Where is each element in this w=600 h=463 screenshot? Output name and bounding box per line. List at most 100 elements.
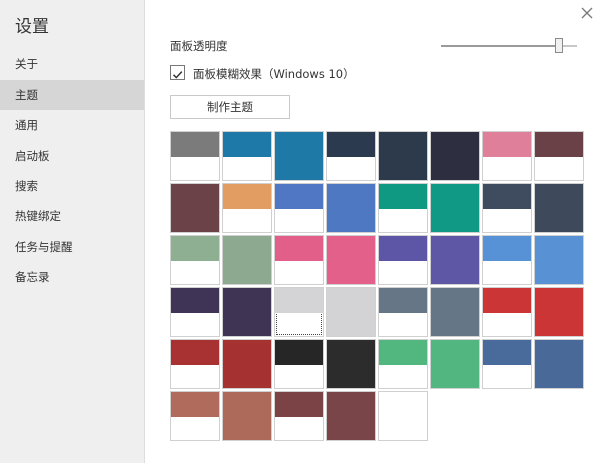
theme-swatch-color — [275, 184, 323, 209]
theme-swatch[interactable] — [222, 339, 272, 389]
theme-swatch-color — [327, 340, 375, 388]
theme-swatch[interactable] — [222, 235, 272, 285]
theme-swatch[interactable] — [378, 339, 428, 389]
theme-swatch[interactable] — [534, 235, 584, 285]
theme-swatch-color — [171, 340, 219, 365]
theme-swatch[interactable] — [170, 235, 220, 285]
theme-swatch-color — [275, 132, 323, 180]
theme-swatch[interactable] — [378, 235, 428, 285]
theme-swatch-color — [431, 184, 479, 232]
theme-swatch[interactable] — [326, 131, 376, 181]
panel-opacity-slider-fill — [441, 45, 559, 47]
theme-swatch-color — [483, 340, 531, 365]
theme-swatch[interactable] — [326, 235, 376, 285]
theme-swatch[interactable] — [534, 287, 584, 337]
theme-swatch-color — [223, 184, 271, 209]
theme-swatch[interactable] — [170, 183, 220, 233]
theme-swatch[interactable] — [222, 391, 272, 441]
theme-swatch[interactable] — [482, 131, 532, 181]
theme-swatch-color — [171, 392, 219, 417]
sidebar-item-launchpad[interactable]: 启动板 — [0, 141, 144, 171]
theme-swatch-color — [535, 184, 583, 232]
sidebar-item-tasks-reminders[interactable]: 任务与提醒 — [0, 232, 144, 262]
theme-swatch[interactable] — [222, 131, 272, 181]
theme-swatch[interactable] — [430, 235, 480, 285]
theme-swatch[interactable] — [378, 391, 428, 441]
theme-swatch-color — [171, 132, 219, 157]
theme-swatch-color — [327, 288, 375, 336]
theme-swatch-color — [223, 288, 271, 336]
theme-swatch-color — [275, 340, 323, 365]
theme-swatch[interactable] — [274, 131, 324, 181]
theme-swatch[interactable] — [170, 339, 220, 389]
theme-swatch[interactable] — [534, 339, 584, 389]
theme-swatch-color — [223, 392, 271, 440]
theme-swatch[interactable] — [274, 287, 324, 337]
theme-swatch-color — [483, 184, 531, 209]
theme-swatch-color — [483, 236, 531, 261]
theme-swatch-color — [379, 392, 427, 440]
theme-swatch[interactable] — [222, 183, 272, 233]
close-icon[interactable] — [580, 6, 594, 20]
settings-sidebar: 设置 关于 主题 通用 启动板 搜索 热键绑定 任务与提醒 备忘录 — [0, 0, 145, 463]
panel-opacity-slider-thumb[interactable] — [555, 38, 563, 53]
theme-swatch[interactable] — [326, 183, 376, 233]
theme-swatch-color — [275, 288, 323, 313]
sidebar-item-hotkeys[interactable]: 热键绑定 — [0, 201, 144, 231]
theme-swatch[interactable] — [274, 235, 324, 285]
theme-swatch[interactable] — [534, 131, 584, 181]
theme-swatch-color — [275, 236, 323, 261]
settings-title: 设置 — [15, 17, 49, 37]
theme-swatch[interactable] — [274, 183, 324, 233]
theme-swatch[interactable] — [482, 287, 532, 337]
theme-swatch[interactable] — [378, 131, 428, 181]
sidebar-item-general[interactable]: 通用 — [0, 110, 144, 140]
theme-swatch[interactable] — [170, 287, 220, 337]
theme-swatch[interactable] — [378, 183, 428, 233]
theme-swatch-grid — [170, 131, 584, 441]
theme-swatch-color — [379, 132, 427, 180]
theme-swatch[interactable] — [534, 183, 584, 233]
panel-opacity-label: 面板透明度 — [170, 39, 228, 53]
theme-swatch[interactable] — [222, 287, 272, 337]
theme-swatch-color — [379, 340, 427, 365]
theme-swatch-color — [223, 236, 271, 284]
theme-swatch[interactable] — [482, 339, 532, 389]
theme-swatch[interactable] — [274, 391, 324, 441]
theme-swatch-color — [483, 288, 531, 313]
panel-blur-label: 面板模糊效果（Windows 10） — [193, 67, 355, 81]
theme-swatch-color — [275, 392, 323, 417]
theme-swatch[interactable] — [430, 183, 480, 233]
theme-swatch-color — [431, 288, 479, 336]
sidebar-item-memo[interactable]: 备忘录 — [0, 262, 144, 292]
panel-blur-checkbox[interactable] — [170, 65, 185, 80]
theme-swatch[interactable] — [170, 131, 220, 181]
theme-swatch[interactable] — [326, 391, 376, 441]
theme-swatch-color — [431, 132, 479, 180]
sidebar-item-theme[interactable]: 主题 — [0, 80, 144, 110]
theme-swatch-color — [327, 236, 375, 284]
theme-swatch[interactable] — [482, 235, 532, 285]
sidebar-item-search[interactable]: 搜索 — [0, 171, 144, 201]
make-theme-button[interactable]: 制作主题 — [170, 95, 290, 119]
theme-swatch-color — [327, 132, 375, 157]
checkmark-icon — [172, 71, 183, 79]
theme-swatch-color — [483, 132, 531, 157]
theme-swatch[interactable] — [430, 339, 480, 389]
theme-swatch[interactable] — [430, 287, 480, 337]
theme-swatch[interactable] — [378, 287, 428, 337]
theme-swatch[interactable] — [326, 339, 376, 389]
theme-swatch[interactable] — [482, 183, 532, 233]
theme-swatch[interactable] — [430, 131, 480, 181]
theme-swatch[interactable] — [170, 391, 220, 441]
theme-swatch-color — [535, 288, 583, 336]
theme-swatch-color — [379, 184, 427, 209]
theme-swatch-color — [171, 288, 219, 313]
theme-swatch-color — [223, 132, 271, 157]
theme-swatch-color — [535, 132, 583, 157]
theme-swatch[interactable] — [326, 287, 376, 337]
sidebar-item-about[interactable]: 关于 — [0, 49, 144, 79]
theme-swatch-color — [535, 340, 583, 388]
theme-swatch-color — [535, 236, 583, 284]
theme-swatch[interactable] — [274, 339, 324, 389]
